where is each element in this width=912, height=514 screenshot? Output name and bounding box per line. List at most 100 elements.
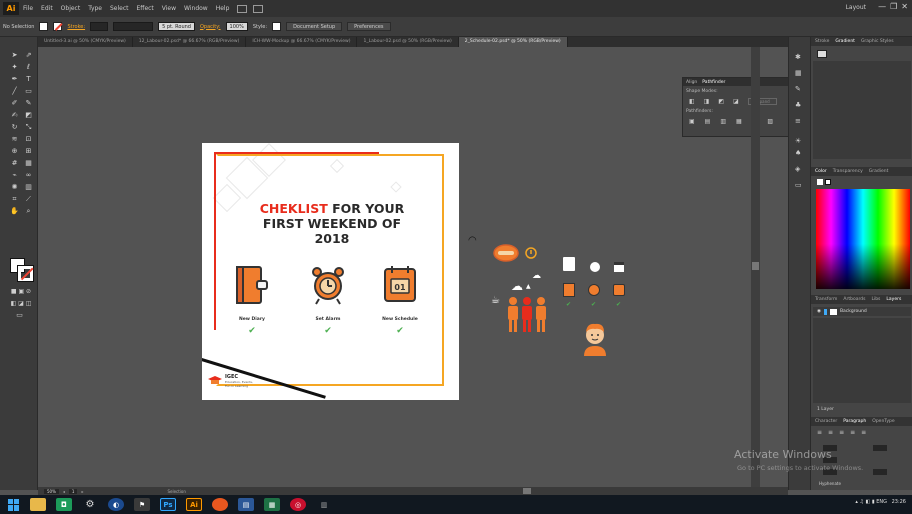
tab-artboards[interactable]: Artboards: [843, 297, 865, 302]
menu-type[interactable]: Type: [88, 5, 102, 12]
shape-builder-tool-icon[interactable]: ⊕: [9, 147, 20, 156]
tab-layers[interactable]: Layers: [886, 297, 901, 302]
vertical-scrollbar[interactable]: [751, 47, 760, 487]
hand-tool-icon[interactable]: ✋: [9, 207, 20, 216]
symbols-icon[interactable]: ♣: [795, 101, 801, 109]
draw-mode-icons[interactable]: ◧ ◪ ◫: [10, 299, 32, 308]
stroke-panel-icon[interactable]: ≡: [795, 117, 801, 125]
screen-mode-icon[interactable]: ▭: [14, 311, 25, 320]
artboard-number[interactable]: 1: [68, 488, 78, 494]
artboard[interactable]: CHEKLIST FOR YOUR FIRST WEEKEND OF 2018 …: [202, 143, 459, 400]
color-spectrum[interactable]: [816, 189, 910, 289]
mesh-tool-icon[interactable]: #: [9, 159, 20, 168]
menu-object[interactable]: Object: [61, 5, 81, 12]
graphic-style-thumb[interactable]: [817, 50, 827, 58]
boy-avatar-icon[interactable]: [581, 320, 609, 358]
workspace-switcher[interactable]: Layout: [846, 4, 866, 11]
align-left-icon[interactable]: ≡: [817, 429, 822, 436]
menu-select[interactable]: Select: [110, 5, 129, 12]
minimize-button[interactable]: —: [878, 2, 886, 11]
fill-swatch[interactable]: [39, 22, 49, 31]
tab-graphic-styles[interactable]: Graphic Styles: [861, 39, 894, 44]
document-setup-button[interactable]: Document Setup: [286, 22, 343, 31]
justify-all-icon[interactable]: ≡: [861, 429, 866, 436]
magic-wand-tool-icon[interactable]: ✦: [9, 63, 20, 72]
zoom-tool-icon[interactable]: ⌕: [23, 207, 34, 216]
graphic-styles-icon[interactable]: ♠: [795, 149, 801, 157]
tab-color[interactable]: Color: [815, 169, 827, 174]
gradient-tool-icon[interactable]: ▦: [23, 159, 34, 168]
tray-label[interactable]: ENG: [876, 499, 887, 505]
tab-stroke[interactable]: Stroke: [815, 39, 829, 44]
opacity-label[interactable]: Opacity:: [200, 24, 221, 30]
photoshop-icon[interactable]: Ps: [160, 498, 176, 511]
tab-character[interactable]: Character: [815, 419, 837, 424]
tab-paragraph[interactable]: Paragraph: [843, 419, 866, 424]
pencil-tool-icon[interactable]: ✎: [23, 99, 34, 108]
artboard-nav-prev[interactable]: ◂: [63, 489, 65, 494]
close-button[interactable]: ✕: [901, 2, 908, 11]
stroke-label[interactable]: Stroke:: [67, 24, 85, 30]
settings-gear-icon[interactable]: ⚙: [82, 498, 98, 511]
artboard-nav-next[interactable]: ▸: [81, 489, 83, 494]
doc-tab[interactable]: 1_Labour-02.psd @ 50% (RGB/Preview): [357, 37, 459, 47]
menu-edit[interactable]: Edit: [41, 5, 53, 12]
small-cloud-icon[interactable]: ☁: [532, 271, 541, 281]
appearance-icon[interactable]: ☀: [795, 137, 801, 145]
pen-tool-icon[interactable]: ✒: [9, 75, 20, 84]
doc-tab-active[interactable]: 2_Schedule-02.psd* @ 50% (RGB/Preview): [458, 37, 568, 47]
menu-view[interactable]: View: [162, 5, 176, 12]
restore-button[interactable]: ❐: [890, 2, 897, 11]
doc-tab[interactable]: ICH-WW-Mockup @ 66.67% (CMYK/Preview): [246, 37, 358, 47]
rotate-tool-icon[interactable]: ↻: [9, 123, 20, 132]
horizontal-scroll-thumb[interactable]: [523, 488, 531, 494]
stroke-color-box[interactable]: [17, 265, 34, 282]
calendar-icon-white[interactable]: [614, 262, 624, 272]
free-transform-tool-icon[interactable]: ⊡: [23, 135, 34, 144]
tab-gradient-2[interactable]: Gradient: [869, 169, 889, 174]
hyphenate-checkbox[interactable]: Hyphenate: [819, 481, 841, 486]
menu-window[interactable]: Window: [184, 5, 208, 12]
minus-front-icon[interactable]: ◨: [704, 98, 710, 105]
swatches-icon[interactable]: ▦: [795, 69, 802, 77]
color-mode-icons[interactable]: ■ ▣ ⊘: [10, 287, 32, 296]
stroke-weight-field[interactable]: [90, 22, 109, 31]
blob-brush-tool-icon[interactable]: ✍: [9, 111, 20, 120]
alarm-icon-small[interactable]: [588, 284, 600, 296]
tab-transform[interactable]: Transform: [815, 297, 837, 302]
tab-gradient[interactable]: Gradient: [835, 39, 855, 44]
graph-tool-icon[interactable]: ▥: [23, 183, 34, 192]
merge-icon[interactable]: ▥: [720, 118, 726, 125]
doc-tab[interactable]: Untitled-3.ai @ 50% (CMYK/Preview): [38, 37, 133, 47]
exclude-icon[interactable]: ◪: [733, 98, 739, 105]
brushes-icon[interactable]: ✎: [795, 85, 801, 93]
divide-icon[interactable]: ▣: [689, 118, 695, 125]
type-tool-icon[interactable]: T: [23, 75, 34, 84]
width-tool-icon[interactable]: ≋: [9, 135, 20, 144]
color-guide-icon[interactable]: ✱: [795, 53, 801, 61]
shield-outline-icon[interactable]: [525, 246, 537, 260]
preferences-button[interactable]: Preferences: [347, 22, 391, 31]
tab-pathfinder[interactable]: Pathfinder: [702, 80, 725, 85]
wifi-icon[interactable]: ◠: [468, 235, 477, 246]
file-explorer-icon[interactable]: [30, 498, 46, 511]
tab-opentype[interactable]: OpenType: [872, 419, 894, 424]
menu-effect[interactable]: Effect: [137, 5, 154, 12]
menu-file[interactable]: File: [23, 5, 33, 12]
illustrator-icon[interactable]: Ai: [186, 498, 202, 511]
tab-libs[interactable]: Libs: [871, 297, 880, 302]
intersect-icon[interactable]: ◩: [718, 98, 724, 105]
tab-align[interactable]: Align: [686, 80, 697, 85]
start-button-icon[interactable]: [8, 498, 20, 511]
stroke-swatch[interactable]: [53, 22, 63, 31]
store-icon[interactable]: ◘: [56, 498, 72, 511]
toyota-icon[interactable]: ◎: [290, 498, 306, 511]
vertical-scroll-thumb[interactable]: [752, 262, 759, 270]
color-stroke-mini[interactable]: [825, 179, 831, 185]
clock-time[interactable]: 23:26: [892, 499, 906, 505]
arrow-icon[interactable]: ▲: [526, 283, 531, 290]
steam-icon[interactable]: ◐: [108, 498, 124, 511]
menu-help[interactable]: Help: [216, 5, 230, 12]
artboard-tool-icon[interactable]: ⌗: [9, 195, 20, 204]
align-right-icon[interactable]: ≡: [839, 429, 844, 436]
